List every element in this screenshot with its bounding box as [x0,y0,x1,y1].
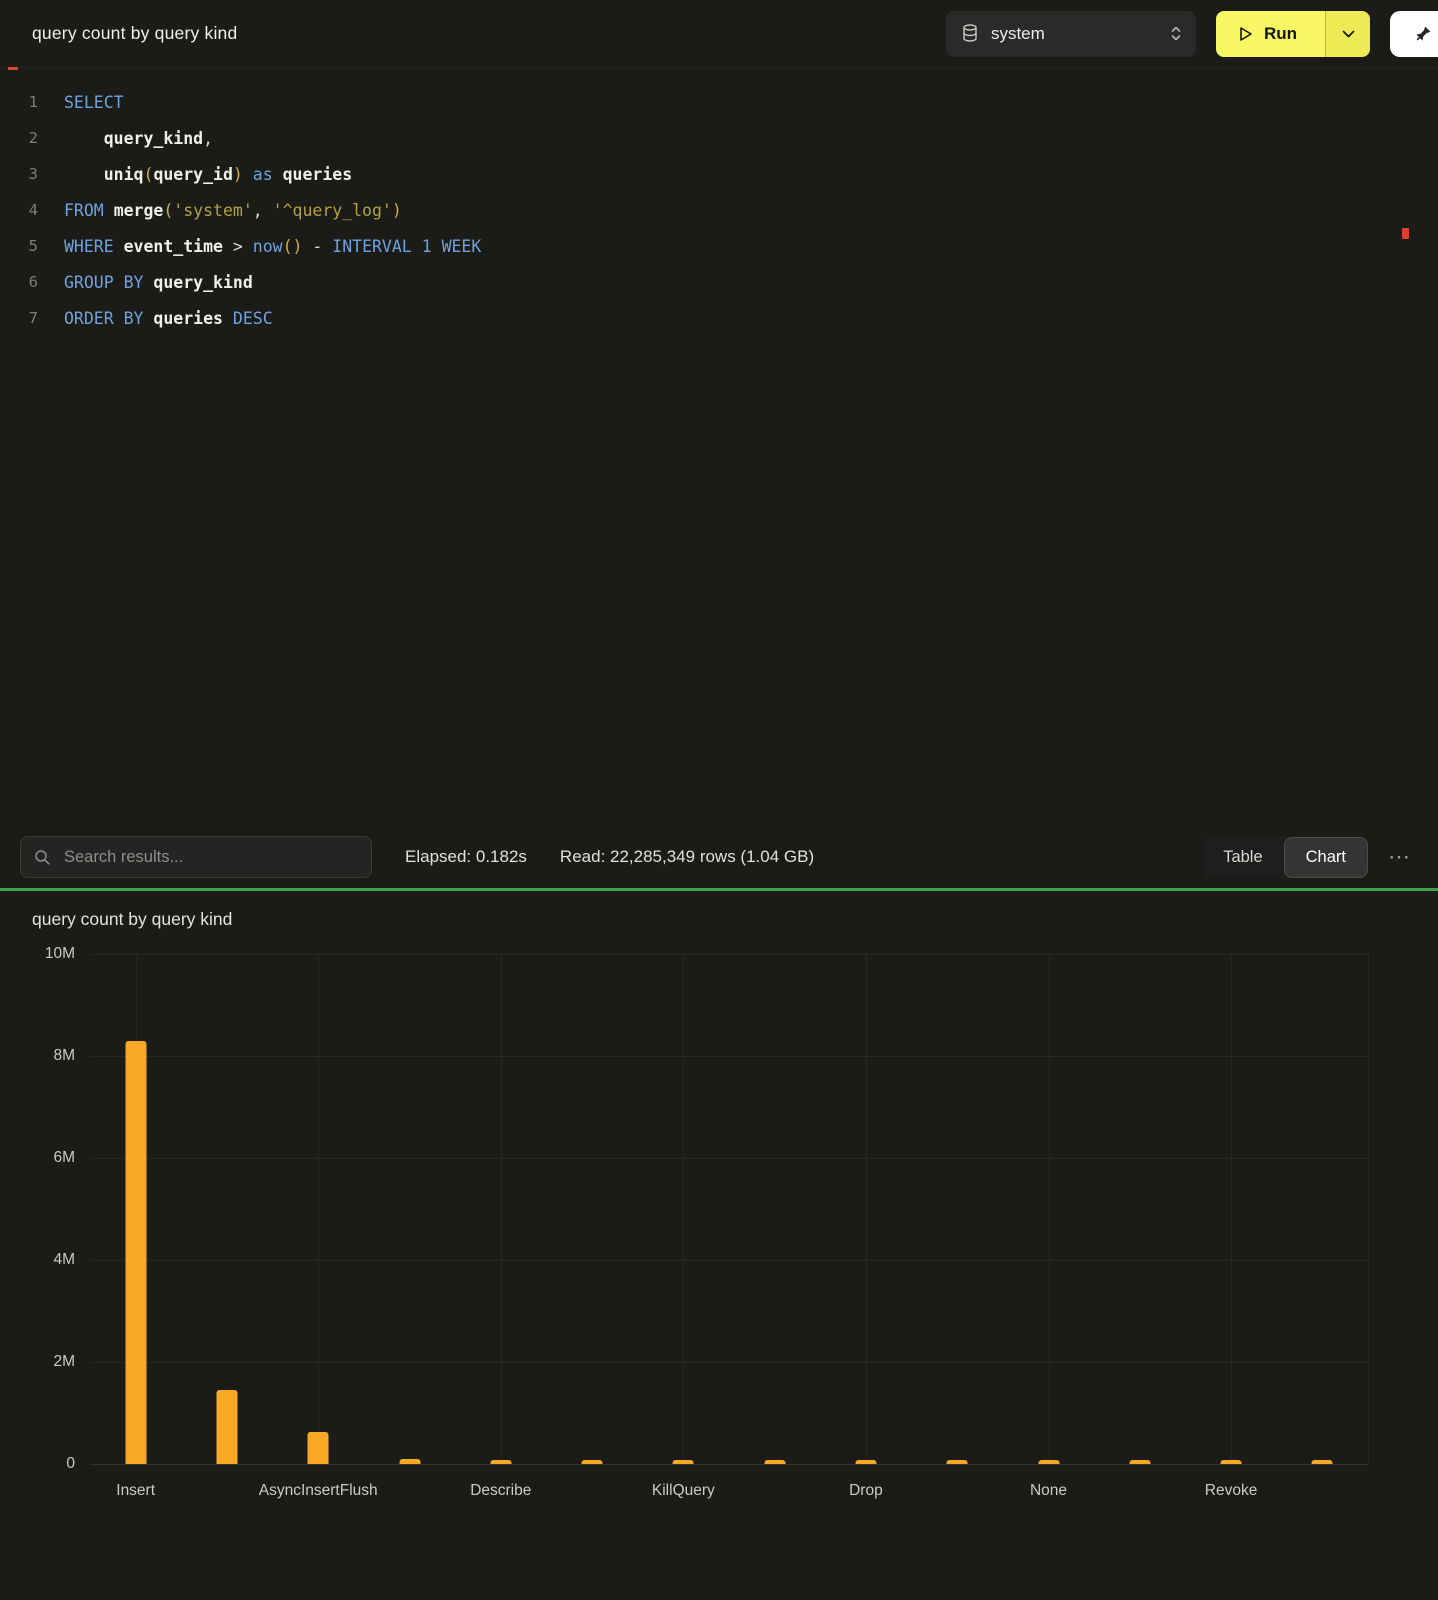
v-gridline [318,954,319,1464]
code-line[interactable]: 6 GROUP BY query_kind [0,264,1438,300]
database-icon [962,24,978,43]
code-line[interactable]: 4 FROM merge('system', '^query_log') [0,192,1438,228]
y-axis-tick: 8M [53,1047,75,1065]
database-selector[interactable]: system [946,11,1196,57]
side-panel-button[interactable] [1390,11,1438,57]
x-axis-label: AsyncInsertFlush [259,1482,378,1500]
bar-Insert [125,1041,146,1464]
h-gridline [90,1260,1368,1261]
bar-unlabeled [1312,1460,1333,1464]
bar-KillQuery [673,1460,694,1464]
x-axis-label: Drop [849,1482,883,1500]
code-lines: 1SELECT2 query_kind,3 uniq(query_id) as … [0,84,1438,336]
tab-chart[interactable]: Chart [1284,837,1368,878]
y-axis-tick: 4M [53,1251,75,1269]
bar-unlabeled [947,1460,968,1464]
chart-title: query count by query kind [32,909,1438,930]
bar-unlabeled [1129,1460,1150,1464]
code-text: uniq(query_id) as queries [64,165,352,184]
y-axis-tick: 0 [66,1455,75,1473]
line-number: 7 [0,309,38,327]
chart-plot: 10M8M6M4M2M0InsertAsyncInsertFlushDescri… [90,954,1368,1464]
results-toolbar-right: Table Chart ⋯ [1202,837,1418,878]
bar-Describe [490,1460,511,1464]
v-gridline [1231,954,1232,1464]
run-button-label: Run [1264,24,1297,44]
code-text: FROM merge('system', '^query_log') [64,201,402,220]
y-axis-tick: 2M [53,1353,75,1371]
code-line[interactable]: 7 ORDER BY queries DESC [0,300,1438,336]
y-axis-tick: 10M [45,945,75,963]
more-options-icon[interactable]: ⋯ [1380,846,1418,868]
play-icon [1238,26,1253,42]
chevron-updown-icon [1170,24,1182,43]
chevron-down-icon [1342,30,1355,38]
y-axis-tick: 6M [53,1149,75,1167]
code-text: SELECT [64,93,124,112]
error-marker-gutter [8,67,18,70]
h-gridline [90,1056,1368,1057]
x-axis-label: Insert [116,1482,155,1500]
code-text: query_kind, [64,129,213,148]
search-input[interactable] [62,847,358,868]
bar-unlabeled [399,1459,420,1464]
v-gridline [683,954,684,1464]
code-line[interactable]: 1 SELECT [0,84,1438,120]
line-number: 5 [0,237,38,255]
code-line[interactable]: 3 uniq(query_id) as queries [0,156,1438,192]
line-number: 4 [0,201,38,219]
x-axis-label: KillQuery [652,1482,715,1500]
run-button[interactable]: Run [1216,11,1325,57]
view-toggle: Table Chart [1202,837,1368,878]
topbar-actions: system Run [946,11,1438,57]
v-gridline [501,954,502,1464]
h-gridline [90,1464,1368,1465]
bar-unlabeled [764,1460,785,1464]
v-gridline [1049,954,1050,1464]
bar-unlabeled [216,1390,237,1464]
error-marker-scrollbar [1402,228,1409,239]
plot-right-border [1368,954,1369,1464]
h-gridline [90,1158,1368,1159]
code-line[interactable]: 2 query_kind, [0,120,1438,156]
chart-panel: query count by query kind 10M8M6M4M2M0In… [0,891,1438,1464]
bar-unlabeled [582,1460,603,1464]
read-stat: Read: 22,285,349 rows (1.04 GB) [560,847,814,867]
h-gridline [90,1362,1368,1363]
topbar: query count by query kind system [0,0,1438,68]
search-results-box[interactable] [20,836,372,878]
run-options-button[interactable] [1325,11,1370,57]
search-icon [34,849,51,866]
query-title: query count by query kind [32,23,237,44]
line-number: 3 [0,165,38,183]
x-axis-label: Revoke [1205,1482,1258,1500]
database-selector-value: system [991,24,1157,44]
bar-Revoke [1221,1460,1242,1464]
v-gridline [866,954,867,1464]
tab-table[interactable]: Table [1202,838,1283,877]
pin-icon [1413,24,1433,44]
bar-Drop [855,1460,876,1464]
bar-None [1038,1460,1059,1464]
x-axis-label: None [1030,1482,1067,1500]
code-text: WHERE event_time > now() - INTERVAL 1 WE… [64,237,481,256]
code-text: GROUP BY query_kind [64,273,253,292]
code-text: ORDER BY queries DESC [64,309,273,328]
line-number: 1 [0,93,38,111]
h-gridline [90,954,1368,955]
results-toolbar: Elapsed: 0.182s Read: 22,285,349 rows (1… [0,826,1438,888]
run-button-group: Run [1216,11,1370,57]
x-axis-label: Describe [470,1482,531,1500]
line-number: 6 [0,273,38,291]
code-line[interactable]: 5 WHERE event_time > now() - INTERVAL 1 W… [0,228,1438,264]
sql-editor[interactable]: 1SELECT2 query_kind,3 uniq(query_id) as … [0,68,1438,826]
elapsed-stat: Elapsed: 0.182s [405,847,527,867]
line-number: 2 [0,129,38,147]
bar-AsyncInsertFlush [308,1432,329,1464]
